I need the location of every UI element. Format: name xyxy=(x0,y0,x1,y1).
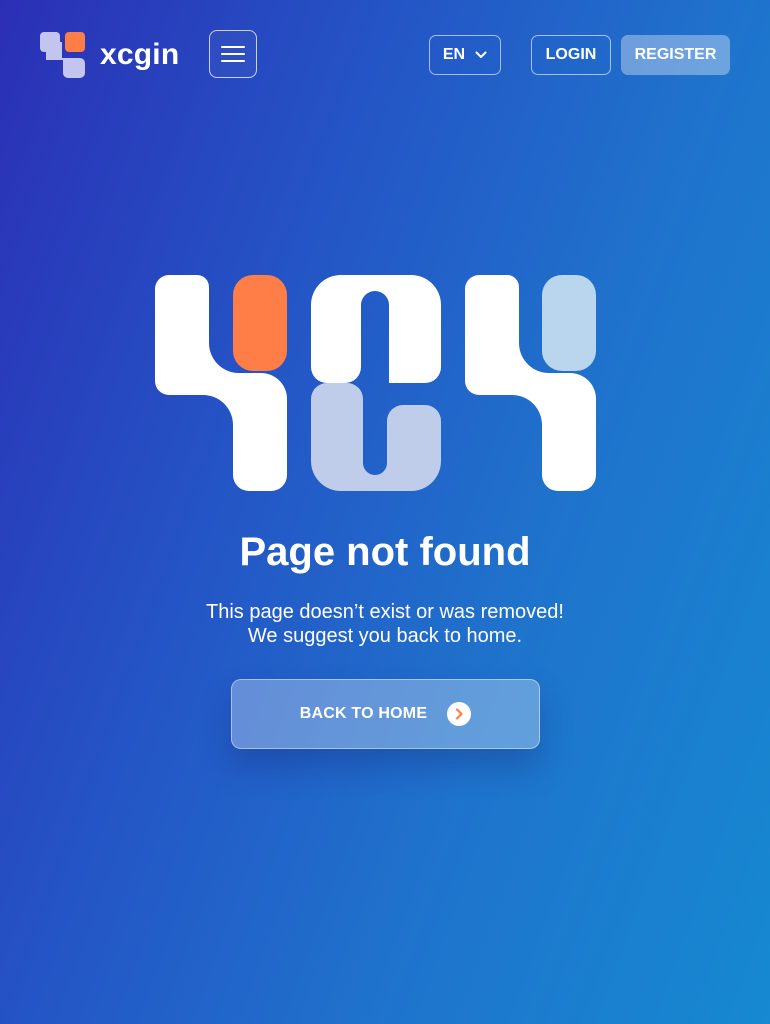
illustration-digit-zero xyxy=(311,275,441,491)
hamburger-menu-icon xyxy=(221,46,245,48)
menu-button[interactable] xyxy=(209,30,257,78)
login-label: LOGIN xyxy=(545,46,597,63)
illustration-digit-four-right xyxy=(465,275,596,491)
chevron-down-icon xyxy=(475,51,487,58)
language-selector[interactable]: EN xyxy=(429,35,501,75)
description-line-2: We suggest you back to home. xyxy=(247,625,523,647)
hamburger-menu-icon-bar xyxy=(221,53,245,55)
chevron-right-icon xyxy=(447,702,472,726)
hamburger-menu-icon-bar xyxy=(221,60,245,62)
language-label: EN xyxy=(442,46,466,63)
register-button[interactable]: REGISTER xyxy=(621,35,730,75)
back-to-home-label: BACK TO HOME xyxy=(299,705,428,722)
brand-name: xcgin xyxy=(100,38,180,71)
illustration-digit-four-left xyxy=(155,275,287,491)
register-label: REGISTER xyxy=(634,46,717,63)
page-description: This page doesn’t exist or was removed! … xyxy=(0,600,770,648)
404-illustration xyxy=(155,275,596,491)
page-title: Page not found xyxy=(239,530,531,574)
brand-logo[interactable]: xcgin xyxy=(40,32,179,78)
xcgin-logo-icon xyxy=(40,32,85,78)
back-to-home-button[interactable]: BACK TO HOME xyxy=(231,679,540,749)
top-navigation: xcgin EN LOGIN REGISTER xyxy=(0,0,770,110)
description-line-1: This page doesn’t exist or was removed! xyxy=(206,601,564,623)
login-button[interactable]: LOGIN xyxy=(531,35,611,75)
